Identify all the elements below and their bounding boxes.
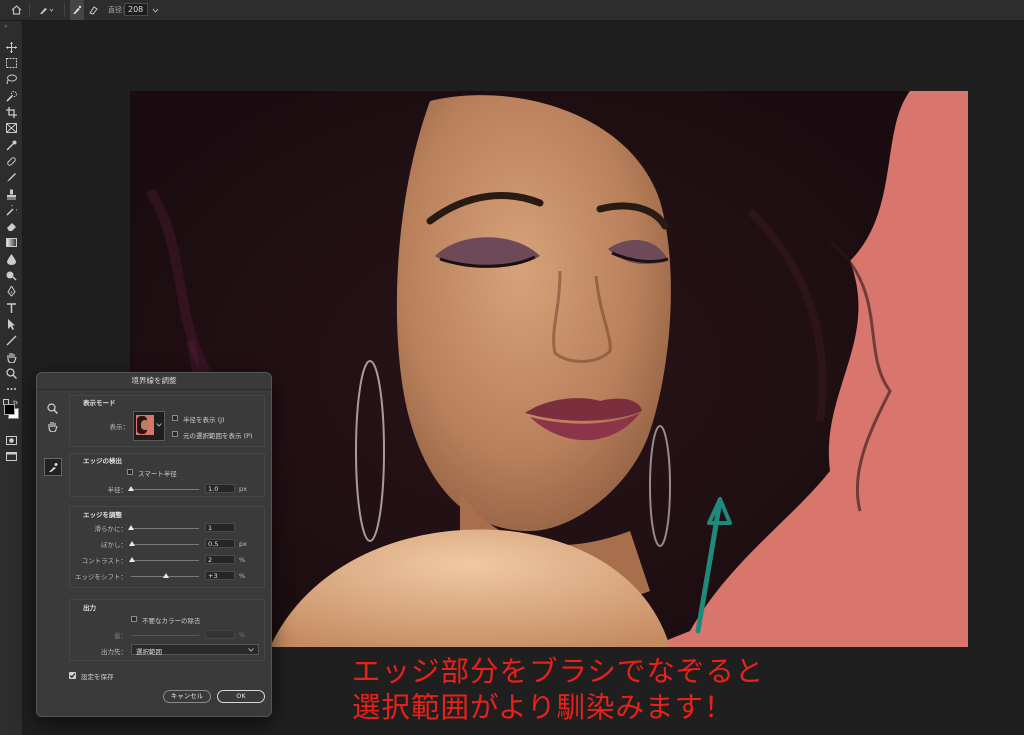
feather-unit: px [239,540,247,548]
options-bar: 直径： 208 [0,0,1024,21]
smart-radius-label: スマート半径 [138,470,177,478]
eraser-tool-icon[interactable] [4,219,18,233]
more-tools-icon[interactable] [4,382,18,396]
output-heading: 出力 [83,604,96,612]
amount-input [205,630,235,639]
hand-icon[interactable] [45,419,59,433]
caption: エッジ部分をブラシでなぞると 選択範囲がより馴染みます！ [352,654,812,726]
eyedropper-tool-icon[interactable] [4,138,18,152]
frame-tool-icon[interactable] [4,121,18,135]
cancel-button[interactable]: キャンセル [163,690,211,703]
edge-detection-heading: エッジの検出 [83,457,122,465]
feather-slider[interactable] [131,544,199,545]
shift-edge-input[interactable]: +3 [205,571,235,580]
refine-radius-brush-icon[interactable] [44,458,62,476]
smooth-slider[interactable] [131,528,199,529]
smart-radius-checkbox[interactable] [127,469,133,475]
view-label: 表示： [109,423,130,431]
brush-tool-icon[interactable] [4,170,18,184]
caption-line-1: エッジ部分をブラシでなぞると [352,655,765,688]
amount-unit: % [239,631,246,639]
shift-edge-label: エッジをシフト： [75,573,127,581]
healing-brush-tool-icon[interactable] [4,154,18,168]
contrast-input[interactable]: 2 [205,555,235,564]
smooth-input[interactable]: 1 [205,523,235,532]
blur-tool-icon[interactable] [4,252,18,266]
amount-slider [131,635,199,636]
foreground-color-swatch[interactable] [4,404,15,415]
check-icon [69,673,76,679]
view-mode-heading: 表示モード [83,399,116,407]
radius-label: 半径： [107,486,128,494]
feather-input[interactable]: 0.5 [205,539,235,548]
radius-slider[interactable] [131,489,199,490]
tools-panel: » ⇆ [0,21,23,735]
ok-button[interactable]: OK [217,690,265,703]
chevron-down-icon [156,423,162,427]
contrast-slider[interactable] [131,560,199,561]
amount-label: 量： [114,632,127,640]
path-selection-tool-icon[interactable] [4,317,18,331]
smooth-label: 滑らかに： [94,525,128,533]
dialog-title: 境界線を調整 [37,373,271,390]
decontaminate-checkbox[interactable] [131,616,137,622]
dodge-tool-icon[interactable] [4,268,18,282]
collapse-icon[interactable]: » [4,23,8,30]
shift-edge-unit: % [239,572,246,580]
expand-detection-brush-icon[interactable] [70,0,84,20]
contrast-label: コントラスト： [81,557,127,565]
screen-mode-icon[interactable] [4,449,18,463]
feather-label: ぼかし： [101,541,127,549]
brush-preset-picker[interactable] [36,0,56,20]
remember-settings-checkbox[interactable] [69,672,76,679]
quick-mask-icon[interactable] [4,433,18,447]
shift-edge-slider-thumb[interactable] [163,573,170,578]
view-mode-picker[interactable] [133,411,165,441]
quick-selection-tool-icon[interactable] [4,89,18,103]
show-radius-label: 半径を表示 (J) [183,416,225,424]
contrast-slider-thumb[interactable] [129,557,136,562]
radius-unit: px [239,485,247,493]
caption-line-2: 選択範囲がより馴染みます！ [352,691,734,724]
gradient-tool-icon[interactable] [4,235,18,249]
output-to-select[interactable]: 選択範囲 [131,644,259,656]
show-original-checkbox[interactable] [172,431,178,437]
crop-tool-icon[interactable] [4,105,18,119]
pen-tool-icon[interactable] [4,284,18,298]
home-icon[interactable] [6,0,26,20]
zoom-tool-icon[interactable] [4,366,18,380]
size-input[interactable]: 208 [124,3,148,16]
output-to-value: 選択範囲 [136,648,162,656]
remember-settings-label: 設定を保存 [81,673,114,681]
feather-slider-thumb[interactable] [128,541,135,546]
chevron-down-icon [248,648,254,652]
hand-tool-icon[interactable] [4,350,18,364]
chevron-down-icon[interactable] [150,0,160,20]
radius-input[interactable]: 1.0 [205,484,235,493]
zoom-icon[interactable] [45,401,59,415]
radius-slider-thumb[interactable] [128,486,134,491]
move-tool-icon[interactable] [4,40,18,54]
history-brush-tool-icon[interactable] [4,203,18,217]
decontaminate-label: 不要なカラーの除去 [142,617,201,625]
line-tool-icon[interactable] [4,333,18,347]
refine-edge-dialog: 境界線を調整 表示モード 表示： 半径を表示 (J) 元の選択範囲を表示 (P)… [36,372,272,717]
marquee-tool-icon[interactable] [4,56,18,70]
eraser-refinements-icon[interactable] [86,0,100,20]
adjust-edge-heading: エッジを調整 [83,511,122,519]
show-radius-checkbox[interactable] [172,415,178,421]
type-tool-icon[interactable] [4,301,18,315]
show-original-label: 元の選択範囲を表示 (P) [183,432,253,440]
clone-stamp-tool-icon[interactable] [4,187,18,201]
view-thumbnail [136,415,154,435]
contrast-unit: % [239,556,246,564]
color-swatches[interactable]: ⇆ [3,399,19,419]
smooth-slider-thumb[interactable] [128,525,134,530]
output-to-label: 出力先： [101,648,127,656]
lasso-tool-icon[interactable] [4,72,18,86]
